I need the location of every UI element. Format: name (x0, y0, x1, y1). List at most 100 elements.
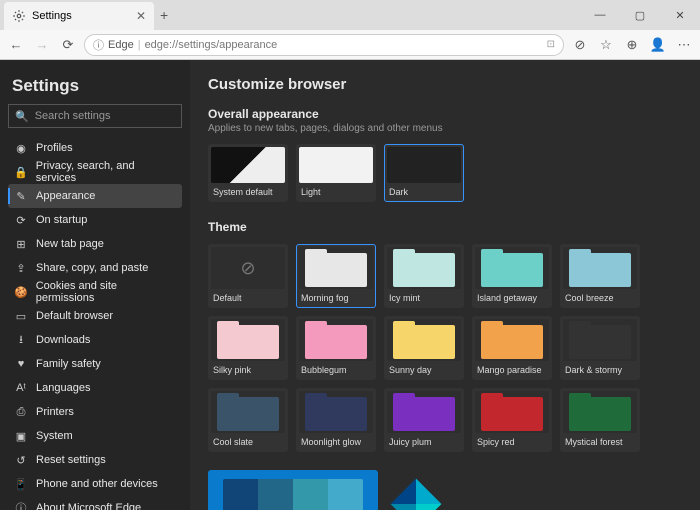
appearance-option-light[interactable]: Light (296, 144, 376, 202)
theme-option-silky-pink[interactable]: Silky pink (208, 316, 288, 380)
nav-icon: 🍪 (14, 286, 28, 299)
theme-option-mango-paradise[interactable]: Mango paradise (472, 316, 552, 380)
theme-swatch (563, 247, 637, 289)
theme-option-spicy-red[interactable]: Spicy red (472, 388, 552, 452)
sidebar-item-share-copy-and-paste[interactable]: ⇪ Share, copy, and paste (8, 256, 182, 280)
theme-option-sunny-day[interactable]: Sunny day (384, 316, 464, 380)
option-label: System default (209, 185, 287, 197)
overall-options: System default Light Dark (208, 144, 682, 202)
minimize-button[interactable]: — (580, 9, 620, 22)
nav-icon: ⇪ (14, 262, 28, 275)
theme-option-cool-slate[interactable]: Cool slate (208, 388, 288, 452)
nav-icon: 🔒 (14, 166, 28, 179)
sidebar-item-reset-settings[interactable]: ↺Reset settings (8, 448, 182, 472)
settings-nav: ◉Profiles🔒Privacy, search, and services✎… (8, 136, 182, 510)
theme-swatch (211, 391, 285, 433)
nav-icon: 📱 (14, 478, 28, 491)
forward-button[interactable]: → (32, 37, 52, 52)
swatch (211, 147, 285, 183)
theme-option-icy-mint[interactable]: Icy mint (384, 244, 464, 308)
title-bar: Settings ✕ + — ▢ ✕ (0, 0, 700, 30)
sidebar-item-family-safety[interactable]: ♥Family safety (8, 352, 182, 376)
collections-icon[interactable]: ⊕ (622, 37, 642, 53)
nav-label: About Microsoft Edge (36, 502, 141, 510)
discover-themes-button[interactable]: Discover more themes (208, 470, 378, 510)
theme-label: Cool slate (209, 435, 287, 447)
theme-option-moonlight-glow[interactable]: Moonlight glow (296, 388, 376, 452)
swatch (299, 147, 373, 183)
theme-swatch (475, 247, 549, 289)
theme-swatch (475, 319, 549, 361)
theme-thumbnails (223, 479, 363, 510)
settings-sidebar: Settings 🔍 Search settings ◉Profiles🔒Pri… (0, 60, 190, 510)
lock-icon: ⓘ (93, 37, 104, 53)
url-text: edge://settings/appearance (145, 39, 278, 51)
theme-label: Mystical forest (561, 435, 639, 447)
sidebar-item-phone-and-other-devices[interactable]: 📱 Phone and other devices (8, 472, 182, 496)
theme-option-island-getaway[interactable]: Island getaway (472, 244, 552, 308)
theme-label: Default (209, 291, 287, 303)
sidebar-item-about-microsoft-edge[interactable]: ⓘ About Microsoft Edge (8, 496, 182, 510)
nav-label: Share, copy, and paste (36, 262, 148, 274)
profile-avatar[interactable]: 👤 (648, 37, 668, 53)
new-tab-button[interactable]: + (160, 7, 168, 23)
theme-label: Morning fog (297, 291, 375, 303)
browser-tab[interactable]: Settings ✕ (4, 2, 154, 30)
theme-swatch (299, 319, 373, 361)
nav-icon: ♥ (14, 358, 28, 370)
theme-swatch (299, 247, 373, 289)
theme-swatch (211, 319, 285, 361)
sidebar-item-profiles[interactable]: ◉Profiles (8, 136, 182, 160)
gear-icon (12, 9, 26, 23)
menu-button[interactable]: ⋯ (674, 37, 694, 53)
sidebar-item-appearance[interactable]: ✎Appearance (8, 184, 182, 208)
nav-icon: ⟳ (14, 214, 28, 227)
nav-icon: ↺ (14, 454, 28, 467)
window-controls: — ▢ ✕ (580, 9, 700, 22)
theme-option-morning-fog[interactable]: Morning fog (296, 244, 376, 308)
close-tab-icon[interactable]: ✕ (136, 9, 146, 23)
theme-option-bubblegum[interactable]: Bubblegum (296, 316, 376, 380)
theme-option-cool-breeze[interactable]: Cool breeze (560, 244, 640, 308)
nav-label: Phone and other devices (36, 478, 158, 490)
back-button[interactable]: ← (6, 37, 26, 52)
sidebar-item-privacy-search-and-services[interactable]: 🔒Privacy, search, and services (8, 160, 182, 184)
sidebar-item-new-tab-page[interactable]: ⊞New tab page (8, 232, 182, 256)
sidebar-item-system[interactable]: ▣System (8, 424, 182, 448)
search-placeholder: Search settings (35, 110, 111, 122)
sidebar-item-downloads[interactable]: ⭳Downloads (8, 328, 182, 352)
extensions-icon[interactable]: ⊘ (570, 37, 590, 53)
theme-label: Dark & stormy (561, 363, 639, 375)
url-engine: Edge (108, 39, 134, 51)
close-window-button[interactable]: ✕ (660, 9, 700, 22)
theme-option-mystical-forest[interactable]: Mystical forest (560, 388, 640, 452)
option-label: Dark (385, 185, 463, 197)
reader-icon[interactable]: ⊡ (547, 39, 555, 50)
sidebar-item-printers[interactable]: ⎙ Printers (8, 400, 182, 424)
page-title: Customize browser (208, 76, 682, 93)
nav-label: Default browser (36, 310, 113, 322)
sidebar-item-on-startup[interactable]: ⟳On startup (8, 208, 182, 232)
theme-option-default[interactable]: ⊘Default (208, 244, 288, 308)
theme-option-dark-stormy[interactable]: Dark & stormy (560, 316, 640, 380)
search-settings-input[interactable]: 🔍 Search settings (8, 104, 182, 128)
search-icon: 🔍 (15, 110, 29, 123)
theme-label: Silky pink (209, 363, 287, 375)
sidebar-item-cookies-and-site-permissions[interactable]: 🍪Cookies and site permissions (8, 280, 182, 304)
maximize-button[interactable]: ▢ (620, 9, 660, 22)
sidebar-item-default-browser[interactable]: ▭Default browser (8, 304, 182, 328)
sidebar-item-languages[interactable]: AᵗLanguages (8, 376, 182, 400)
swatch (387, 147, 461, 183)
appearance-option-dark[interactable]: Dark (384, 144, 464, 202)
refresh-button[interactable]: ⟳ (58, 37, 78, 53)
nav-icon: ⎙ (14, 406, 28, 419)
theme-label: Mango paradise (473, 363, 551, 375)
theme-option-juicy-plum[interactable]: Juicy plum (384, 388, 464, 452)
url-input[interactable]: ⓘ Edge | edge://settings/appearance ⊡ (84, 34, 564, 56)
nav-icon: ◉ (14, 142, 28, 155)
nav-label: Printers (36, 406, 74, 418)
theme-label: Island getaway (473, 291, 551, 303)
appearance-option-system-default[interactable]: System default (208, 144, 288, 202)
favorites-icon[interactable]: ☆ (596, 37, 616, 53)
nav-icon: ⓘ (14, 500, 28, 510)
